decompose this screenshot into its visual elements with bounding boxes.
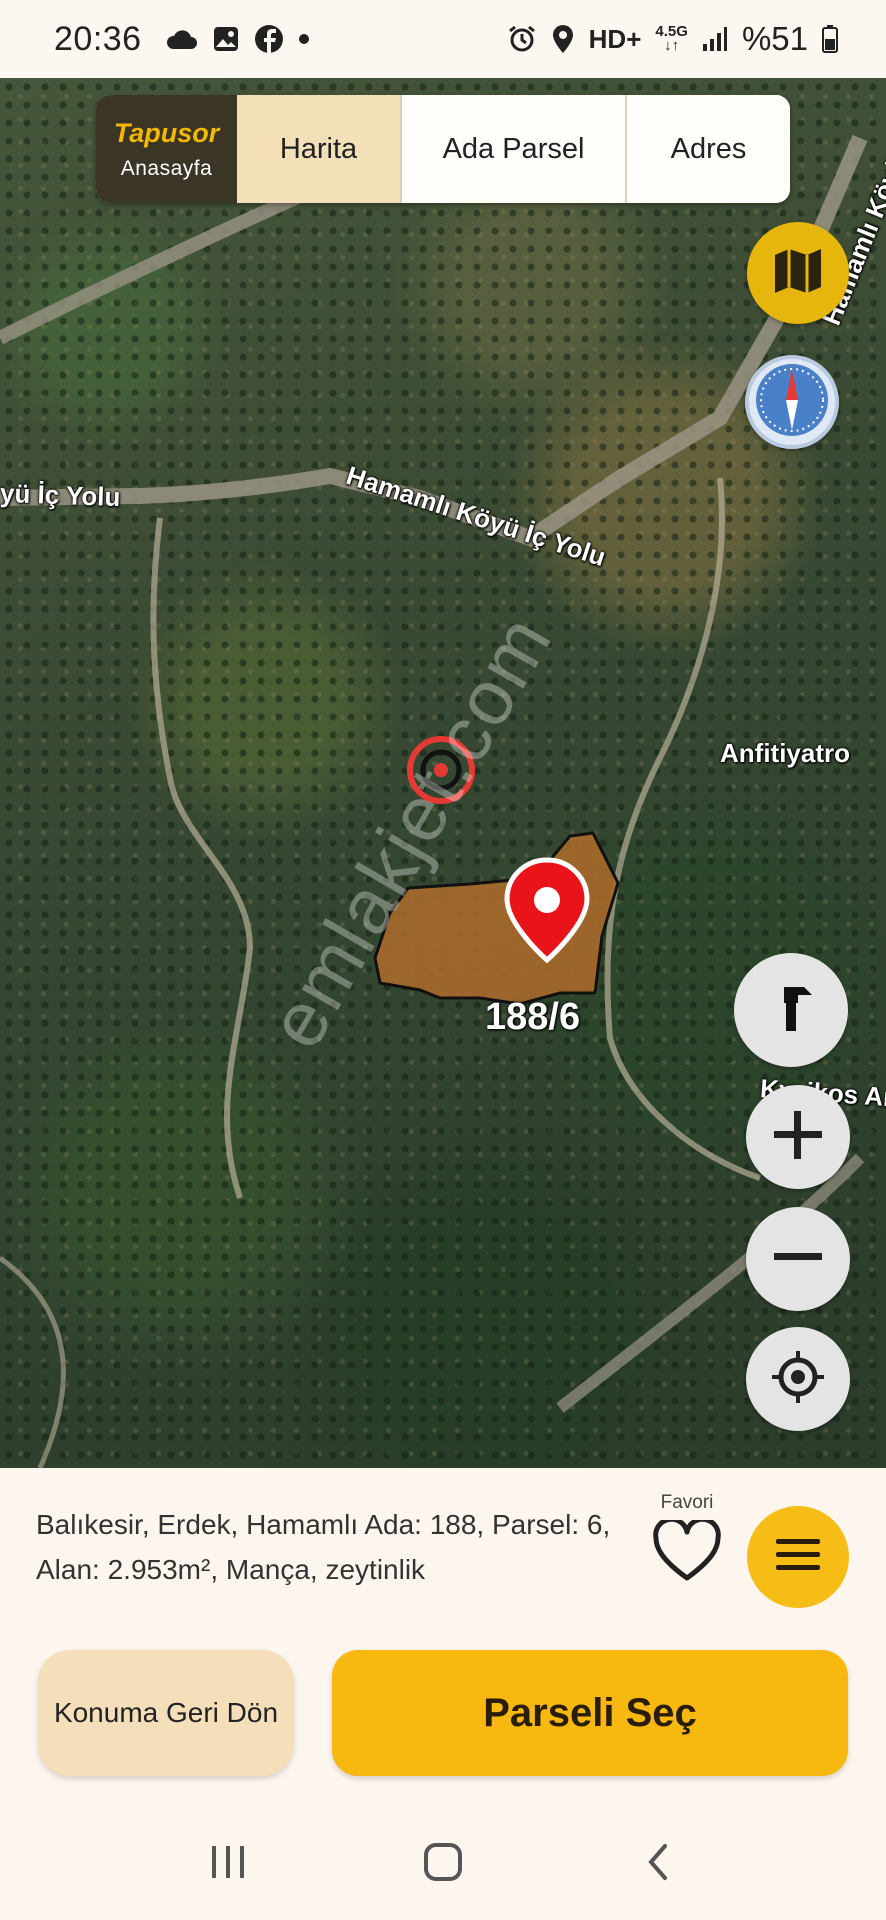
zoom-out-button[interactable] [746,1207,850,1311]
plus-icon [770,1107,826,1168]
brand-logo: Tapusor [113,117,220,148]
status-bar: 20:36 HD+ 4.5G ↓↑ %51 [0,0,886,78]
network-type: 4.5G ↓↑ [655,24,688,54]
tab-adres[interactable]: Adres [625,95,790,203]
dot-icon [298,33,310,45]
battery-icon [822,25,838,53]
place-label-anfitiyatro: Anfitiyatro [720,738,850,768]
menu-button[interactable] [747,1506,849,1608]
brand-home-button[interactable]: Tapusor Anasayfa [96,95,237,203]
map-layers-button[interactable] [747,222,849,324]
hamburger-icon [774,1537,822,1578]
status-left: 20:36 [54,20,310,59]
zoom-in-button[interactable] [746,1085,850,1189]
measure-button[interactable] [734,953,848,1067]
network-label: HD+ [588,23,642,54]
gallery-icon [212,25,240,53]
cloud-icon [164,27,198,51]
system-nav-bar [0,1808,886,1920]
top-nav: Tapusor Anasayfa Harita Ada Parsel Adres [96,95,790,203]
alarm-icon [507,24,537,54]
recent-apps-button[interactable] [188,1824,268,1904]
home-button[interactable] [403,1824,483,1904]
back-to-location-button[interactable]: Konuma Geri Dön [38,1650,294,1776]
parcel-label[interactable]: 188/6 [485,996,580,1039]
status-time: 20:36 [54,19,142,58]
signal-icon [702,26,728,52]
back-button[interactable] [618,1824,698,1904]
facebook-icon [254,24,284,54]
crosshair-icon [770,1349,826,1410]
home-icon [423,1842,463,1887]
parcel-info-text: Balıkesir, Erdek, Hamamlı Ada: 188, Pars… [36,1509,611,1585]
back-chevron-icon [643,1842,673,1887]
tab-harita[interactable]: Harita [237,95,400,203]
parcel-info-bar: Balıkesir, Erdek, Hamamlı Ada: 188, Pars… [0,1468,886,1648]
heart-icon [652,1516,722,1587]
status-right: HD+ 4.5G ↓↑ %51 [507,20,838,58]
select-parcel-button[interactable]: Parseli Seç [332,1650,848,1776]
compass-icon [752,360,832,445]
network-type-bottom: ↓↑ [664,37,680,54]
brand-home-label: Anasayfa [120,156,213,180]
compass-button[interactable] [745,355,839,449]
favorite-label: Favori [660,1492,714,1513]
minus-icon [770,1229,826,1290]
map-layers-icon [773,247,823,300]
tab-ada-parsel[interactable]: Ada Parsel [400,95,625,203]
recent-apps-icon [208,1844,248,1885]
location-icon [551,24,575,54]
action-bar: Konuma Geri Dön Parseli Seç [0,1648,886,1808]
road-label-left: yü İç Yolu [0,477,121,513]
battery-percent: %51 [741,20,808,57]
favorite-button[interactable]: Favori [652,1492,722,1587]
locate-button[interactable] [746,1327,850,1431]
hammer-icon [764,981,818,1040]
